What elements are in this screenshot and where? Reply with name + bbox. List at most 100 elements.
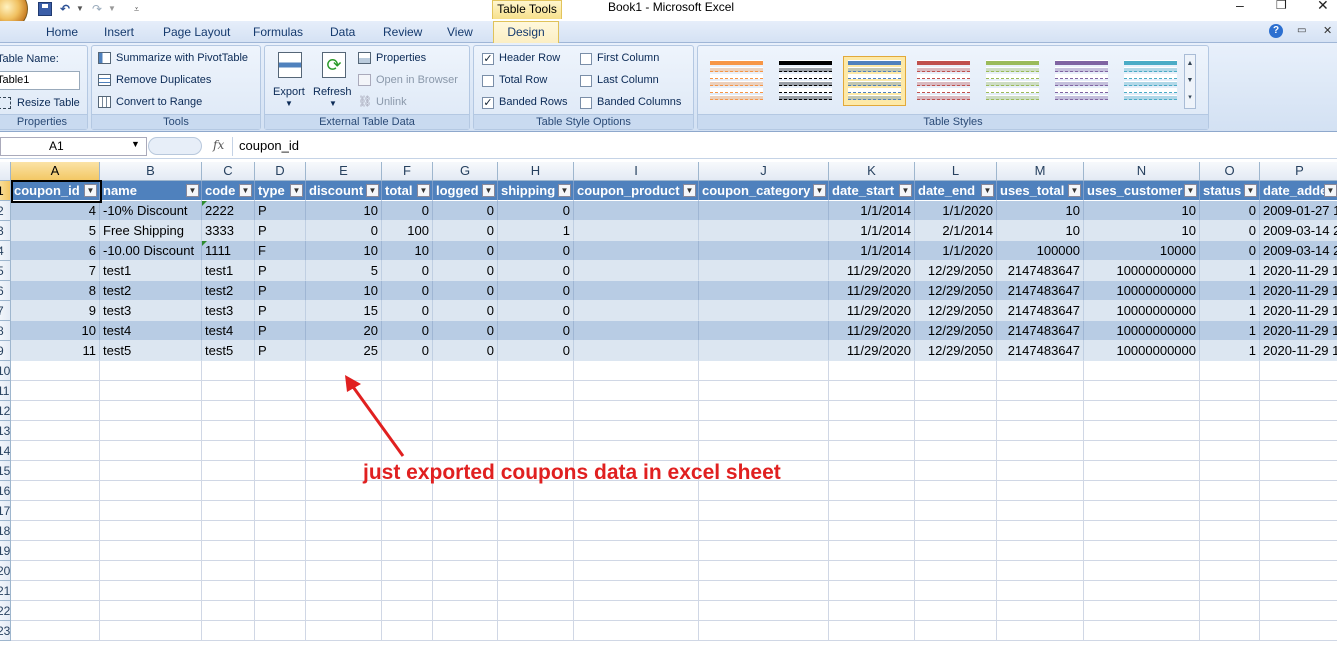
- table-cell[interactable]: test4: [100, 321, 202, 341]
- table-cell[interactable]: 5: [306, 261, 382, 281]
- resize-table-button[interactable]: Resize Table: [17, 97, 80, 109]
- table-cell[interactable]: 20: [306, 321, 382, 341]
- empty-cell[interactable]: [1260, 381, 1337, 401]
- table-cell[interactable]: 1: [1200, 261, 1260, 281]
- empty-cell[interactable]: [498, 421, 574, 441]
- empty-cell[interactable]: [255, 561, 306, 581]
- table-cell[interactable]: 10: [997, 201, 1084, 221]
- empty-cell[interactable]: [915, 381, 997, 401]
- empty-cell[interactable]: [699, 381, 829, 401]
- empty-cell[interactable]: [306, 621, 382, 641]
- empty-cell[interactable]: [1200, 401, 1260, 421]
- filter-dropdown-icon[interactable]: ▼: [1184, 184, 1197, 197]
- table-cell[interactable]: 0: [498, 301, 574, 321]
- empty-cell[interactable]: [433, 421, 498, 441]
- empty-cell[interactable]: [1084, 541, 1200, 561]
- empty-cell[interactable]: [997, 421, 1084, 441]
- table-cell[interactable]: P: [255, 341, 306, 361]
- empty-cell[interactable]: [829, 561, 915, 581]
- table-cell[interactable]: test3: [100, 301, 202, 321]
- table-header-cell[interactable]: type ▼: [255, 181, 306, 201]
- table-cell[interactable]: test5: [100, 341, 202, 361]
- empty-cell[interactable]: [255, 381, 306, 401]
- open-in-browser-button[interactable]: Open in Browser: [376, 74, 458, 86]
- empty-cell[interactable]: [1200, 381, 1260, 401]
- close-icon[interactable]: ✕: [1317, 0, 1329, 14]
- table-cell[interactable]: [574, 321, 699, 341]
- empty-cell[interactable]: [11, 381, 100, 401]
- table-cell[interactable]: test1: [100, 261, 202, 281]
- empty-cell[interactable]: [997, 481, 1084, 501]
- empty-cell[interactable]: [498, 521, 574, 541]
- empty-cell[interactable]: [382, 501, 433, 521]
- empty-cell[interactable]: [498, 601, 574, 621]
- empty-cell[interactable]: [997, 541, 1084, 561]
- empty-cell[interactable]: [11, 581, 100, 601]
- empty-cell[interactable]: [1260, 501, 1337, 521]
- table-cell[interactable]: 10: [11, 321, 100, 341]
- table-cell[interactable]: 0: [382, 321, 433, 341]
- filter-dropdown-icon[interactable]: ▼: [981, 184, 994, 197]
- empty-cell[interactable]: [202, 461, 255, 481]
- table-header-cell[interactable]: code ▼: [202, 181, 255, 201]
- empty-cell[interactable]: [915, 581, 997, 601]
- table-cell[interactable]: [699, 221, 829, 241]
- table-cell[interactable]: 0: [433, 261, 498, 281]
- refresh-button[interactable]: Refresh: [313, 86, 352, 98]
- empty-cell[interactable]: [100, 601, 202, 621]
- table-cell[interactable]: [699, 341, 829, 361]
- empty-cell[interactable]: [1084, 361, 1200, 381]
- table-header-cell[interactable]: name ▼: [100, 181, 202, 201]
- empty-cell[interactable]: [100, 461, 202, 481]
- table-header-cell[interactable]: coupon_product ▼: [574, 181, 699, 201]
- tab-insert[interactable]: Insert: [104, 25, 134, 39]
- empty-cell[interactable]: [1084, 441, 1200, 461]
- empty-cell[interactable]: [997, 581, 1084, 601]
- empty-cell[interactable]: [11, 521, 100, 541]
- empty-cell[interactable]: [255, 481, 306, 501]
- empty-cell[interactable]: [100, 561, 202, 581]
- tab-formulas[interactable]: Formulas: [253, 25, 303, 39]
- empty-cell[interactable]: [498, 581, 574, 601]
- empty-cell[interactable]: [1260, 601, 1337, 621]
- total-row-checkbox[interactable]: [482, 75, 494, 87]
- table-cell[interactable]: 4: [11, 201, 100, 221]
- table-cell[interactable]: 1: [498, 221, 574, 241]
- empty-cell[interactable]: [997, 461, 1084, 481]
- table-cell[interactable]: 2147483647: [997, 301, 1084, 321]
- filter-dropdown-icon[interactable]: ▼: [1324, 184, 1337, 197]
- empty-cell[interactable]: [1260, 461, 1337, 481]
- empty-cell[interactable]: [100, 621, 202, 641]
- empty-cell[interactable]: [498, 441, 574, 461]
- empty-cell[interactable]: [574, 401, 699, 421]
- tab-data[interactable]: Data: [330, 25, 355, 39]
- table-cell[interactable]: 0: [498, 241, 574, 261]
- empty-cell[interactable]: [915, 421, 997, 441]
- table-cell[interactable]: 11/29/2020: [829, 261, 915, 281]
- table-cell[interactable]: 12/29/2050: [915, 281, 997, 301]
- empty-cell[interactable]: [11, 501, 100, 521]
- save-icon[interactable]: [38, 2, 52, 16]
- empty-cell[interactable]: [915, 541, 997, 561]
- insert-function-icon[interactable]: fx: [213, 138, 224, 152]
- empty-cell[interactable]: [699, 421, 829, 441]
- empty-cell[interactable]: [1084, 461, 1200, 481]
- column-header[interactable]: B: [100, 162, 202, 181]
- table-cell[interactable]: 10: [306, 241, 382, 261]
- table-cell[interactable]: 5: [11, 221, 100, 241]
- table-cell[interactable]: test3: [202, 301, 255, 321]
- empty-cell[interactable]: [433, 601, 498, 621]
- empty-cell[interactable]: [255, 501, 306, 521]
- empty-cell[interactable]: [1260, 541, 1337, 561]
- empty-cell[interactable]: [574, 381, 699, 401]
- empty-cell[interactable]: [915, 521, 997, 541]
- name-box[interactable]: A1: [0, 137, 147, 156]
- table-cell[interactable]: 0: [1200, 201, 1260, 221]
- row-header[interactable]: 12: [0, 401, 11, 421]
- empty-cell[interactable]: [574, 621, 699, 641]
- empty-cell[interactable]: [829, 621, 915, 641]
- empty-cell[interactable]: [699, 401, 829, 421]
- table-cell[interactable]: 10000000000: [1084, 321, 1200, 341]
- empty-cell[interactable]: [915, 501, 997, 521]
- select-all-corner[interactable]: [0, 162, 11, 181]
